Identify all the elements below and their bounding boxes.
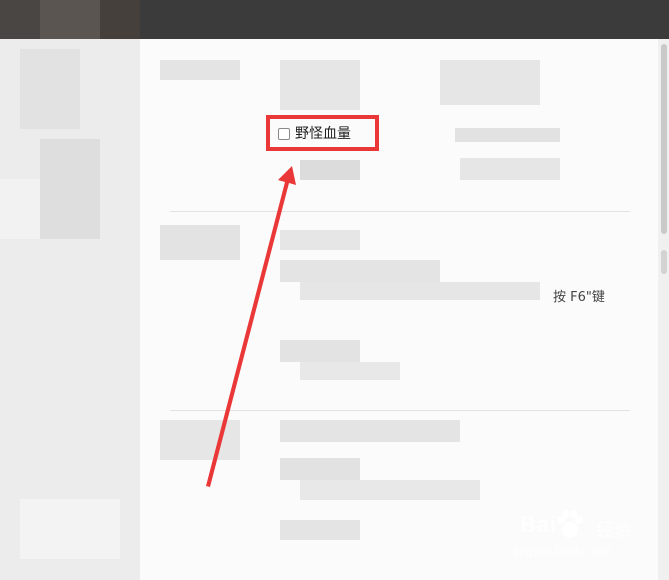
scrollbar-thumb[interactable] bbox=[661, 44, 667, 234]
annotation-arrow bbox=[206, 166, 296, 487]
paw-icon bbox=[557, 510, 583, 538]
arrow-shape bbox=[206, 166, 296, 487]
watermark-brand-cn: 经验 bbox=[596, 520, 632, 541]
scrollbar-thumb-secondary[interactable] bbox=[661, 250, 667, 274]
watermark-url: jingyan.baidu.com bbox=[514, 544, 611, 558]
baidu-watermark: Bai 经验 jingyan.baidu.com bbox=[500, 508, 660, 574]
